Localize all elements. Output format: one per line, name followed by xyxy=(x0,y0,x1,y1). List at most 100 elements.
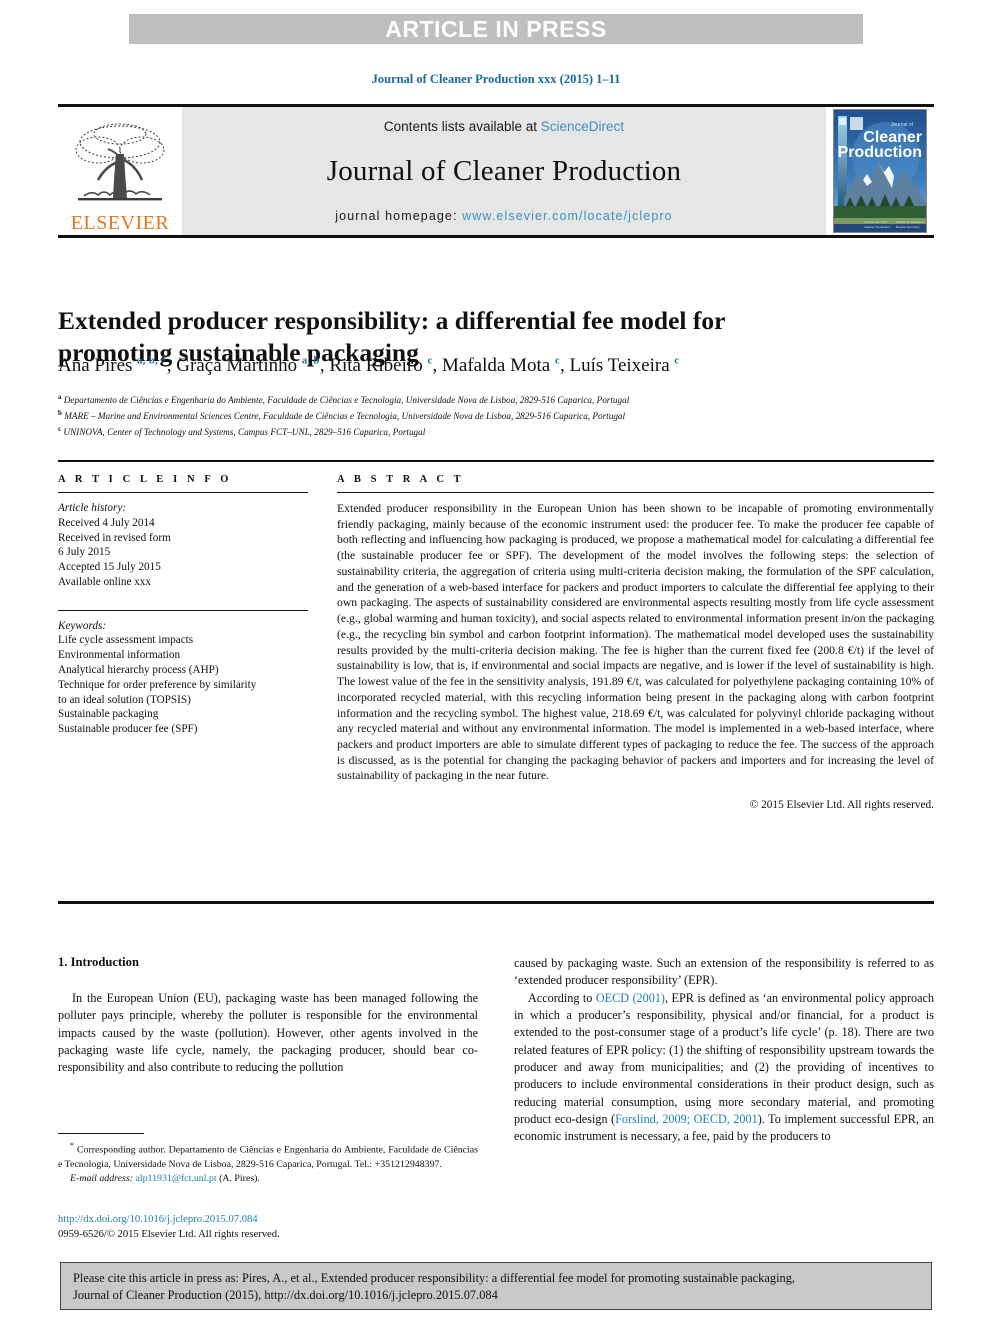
email-note: E-mail address: alp11931@fct.unl.pt (A. … xyxy=(58,1172,478,1186)
running-head: Journal of Cleaner Production xxx (2015)… xyxy=(371,72,621,86)
cite-this-article-box: Please cite this article in press as: Pi… xyxy=(60,1262,932,1310)
keywords-divider xyxy=(58,609,308,611)
article-history-item: Available online xxx xyxy=(58,575,151,588)
author-name: Graça Martinho xyxy=(176,355,298,376)
author-entry: Rita Ribeiro c xyxy=(329,355,432,376)
journal-masthead: ELSEVIER Contents lists available at Sci… xyxy=(58,104,934,238)
svg-text:Journal of: Journal of xyxy=(891,122,914,128)
citation-link-forslind-oecd[interactable]: Forslind, 2009; OECD, 2001 xyxy=(615,1112,758,1126)
abstract-copyright: © 2015 Elsevier Ltd. All rights reserved… xyxy=(749,799,934,812)
introduction-paragraph: In the European Union (EU), packaging wa… xyxy=(58,991,478,1075)
abstract-block-bottom-rule xyxy=(58,901,934,904)
svg-text:Review Summary: Review Summary xyxy=(896,225,920,229)
sciencedirect-link[interactable]: ScienceDirect xyxy=(541,119,624,134)
elsevier-tree-icon xyxy=(75,123,165,201)
affiliation-list: a Departamento de Ciências e Engenharia … xyxy=(58,392,938,440)
introduction-heading: 1. Introduction xyxy=(58,955,139,969)
author-entry: Graça Martinho a, b xyxy=(176,355,320,376)
article-info-divider xyxy=(58,492,308,493)
journal-cover-image: Journal of Cleaner Production Volume Sum… xyxy=(833,109,927,233)
article-in-press-label: ARTICLE IN PRESS xyxy=(385,15,607,42)
article-history-item: Received 4 July 2014 xyxy=(58,516,155,529)
affiliation-text: UNINOVA, Center of Technology and System… xyxy=(63,427,426,438)
abstract-divider xyxy=(337,492,934,493)
article-history-item: Received in revised form xyxy=(58,531,171,544)
cite-line-2: Journal of Cleaner Production (2015), ht… xyxy=(73,1287,498,1302)
oecd-para-pre: According to xyxy=(528,990,596,1005)
homepage-prefix: journal homepage: xyxy=(335,209,458,223)
homepage-url-link[interactable]: www.elsevier.com/locate/jclepro xyxy=(462,209,673,223)
keyword-item: Analytical hierarchy process (AHP) xyxy=(58,664,219,677)
author-name: Rita Ribeiro xyxy=(329,355,423,376)
author-affiliation-marks: a, b, * xyxy=(137,355,167,367)
elsevier-logo: ELSEVIER xyxy=(58,107,182,235)
keyword-item: Technique for order preference by simila… xyxy=(58,678,257,691)
footnote-block: * Corresponding author. Departamento de … xyxy=(58,1140,478,1186)
masthead-center: Contents lists available at ScienceDirec… xyxy=(182,107,826,235)
contents-lists-line: Contents lists available at ScienceDirec… xyxy=(384,119,624,134)
author-list: Ana Pires a, b, *, Graça Martinho a, b, … xyxy=(58,355,938,377)
contents-prefix: Contents lists available at xyxy=(383,119,538,134)
author-affiliation-marks: a, b xyxy=(301,355,320,367)
keyword-item: Sustainable producer fee (SPF) xyxy=(58,723,198,736)
citation-link-oecd-2001[interactable]: OECD (2001) xyxy=(596,991,665,1005)
email-label: E-mail address: xyxy=(70,1173,133,1185)
author-separator: , xyxy=(319,355,330,376)
keyword-item: Sustainable packaging xyxy=(58,708,159,721)
affiliation-mark: b xyxy=(58,409,62,418)
affiliation-mark: c xyxy=(58,425,62,434)
author-separator: , xyxy=(166,355,177,376)
article-info-heading: A R T I C L E I N F O xyxy=(58,474,233,485)
footnote-divider xyxy=(58,1133,144,1134)
keyword-item: to an ideal solution (TOPSIS) xyxy=(58,693,191,706)
article-info-column: A R T I C L E I N F O Article history: R… xyxy=(58,474,308,737)
article-history-item: 6 July 2015 xyxy=(58,546,111,559)
svg-text:Production: Production xyxy=(838,144,922,161)
affiliation-text: MARE – Marine and Environmental Sciences… xyxy=(64,411,626,422)
article-in-press-banner: ARTICLE IN PRESS xyxy=(129,14,863,44)
asterisk-icon: * xyxy=(70,1141,74,1150)
journal-title: Journal of Cleaner Production xyxy=(326,155,682,187)
email-link[interactable]: alp11931@fct.unl.pt xyxy=(135,1173,216,1184)
doi-block: http://dx.doi.org/10.1016/j.jclepro.2015… xyxy=(58,1213,488,1243)
keyword-item: Environmental information xyxy=(58,649,181,662)
corresponding-author-text: Corresponding author. Departamento de Ci… xyxy=(58,1144,479,1170)
introduction-paragraph-oecd: According to OECD (2001), EPR is defined… xyxy=(514,990,934,1146)
doi-link[interactable]: http://dx.doi.org/10.1016/j.jclepro.2015… xyxy=(58,1213,488,1228)
abstract-column: A B S T R A C T Extended producer respon… xyxy=(337,474,934,811)
oecd-para-mid: , EPR is defined as ‘an environmental po… xyxy=(514,990,935,1126)
affiliation-text: Departamento de Ciências e Engenharia do… xyxy=(63,395,630,406)
author-separator: , xyxy=(560,355,570,376)
affiliation-item: b MARE – Marine and Environmental Scienc… xyxy=(58,408,938,424)
keyword-item: Life cycle assessment impacts xyxy=(58,634,194,647)
affiliation-item: a Departamento de Ciências e Engenharia … xyxy=(58,392,938,408)
author-name: Luís Teixeira xyxy=(569,355,670,376)
elsevier-wordmark: ELSEVIER xyxy=(70,212,170,234)
author-name: Ana Pires xyxy=(58,355,133,376)
author-entry: Mafalda Mota c xyxy=(442,355,560,376)
introduction-right-column: caused by packaging waste. Such an exten… xyxy=(514,955,934,1146)
author-affiliation-marks: c xyxy=(674,355,680,367)
author-separator: , xyxy=(432,355,443,376)
affiliation-item: c UNINOVA, Center of Technology and Syst… xyxy=(58,424,938,440)
author-name: Mafalda Mota xyxy=(442,355,551,376)
cite-line-1: Please cite this article in press as: Pi… xyxy=(73,1271,796,1285)
journal-homepage-line: journal homepage: www.elsevier.com/locat… xyxy=(335,209,672,223)
affiliation-mark: a xyxy=(58,393,62,401)
corresponding-author-note: * Corresponding author. Departamento de … xyxy=(58,1140,478,1172)
introduction-paragraph-continued: caused by packaging waste. Such an exten… xyxy=(514,956,934,988)
introduction-left-column: 1. Introduction In the European Union (E… xyxy=(58,955,478,1077)
keywords-label: Keywords: xyxy=(58,619,107,632)
keywords-block: Keywords: Life cycle assessment impacts … xyxy=(58,619,308,737)
article-history-item: Accepted 15 July 2015 xyxy=(58,561,161,574)
svg-text:Cleaner Production: Cleaner Production xyxy=(864,225,890,229)
journal-cover-thumbnail: Journal of Cleaner Production Volume Sum… xyxy=(826,107,934,235)
article-history-label: Article history: xyxy=(58,502,127,514)
abstract-heading: A B S T R A C T xyxy=(337,474,465,485)
author-entry: Ana Pires a, b, * xyxy=(58,355,167,376)
abstract-text: Extended producer responsibility in the … xyxy=(337,502,934,783)
email-suffix: (A. Pires). xyxy=(219,1173,260,1185)
svg-text:Volume Summary: Volume Summary xyxy=(864,220,888,224)
abstract-block-top-rule xyxy=(58,460,934,462)
